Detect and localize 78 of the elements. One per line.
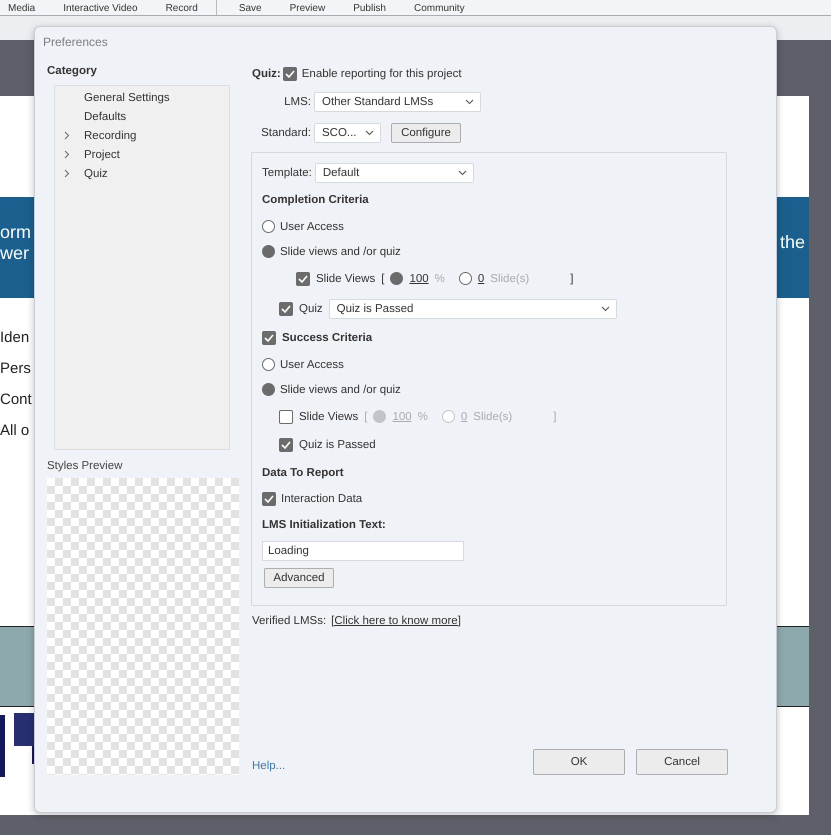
toolbar-item[interactable]: Preview	[290, 2, 326, 15]
standard-dropdown[interactable]: SCO...	[314, 122, 381, 142]
dialog-button[interactable]: OK	[533, 749, 625, 775]
bracket: [	[364, 410, 368, 422]
checkbox[interactable]	[279, 438, 293, 452]
radio-button[interactable]	[262, 358, 275, 371]
section-heading: LMS Initialization Text:	[262, 519, 386, 531]
radio-button[interactable]	[262, 220, 275, 233]
percent-value[interactable]: 100	[409, 272, 429, 284]
slides-value[interactable]: 0	[478, 272, 484, 284]
toolbar-item[interactable]: Save	[238, 2, 262, 15]
banner-text: wer	[0, 242, 30, 264]
checkbox-label: Interaction Data	[281, 492, 362, 504]
toolbar-item[interactable]: Interactive Video	[63, 2, 138, 15]
checkbox[interactable]	[262, 331, 276, 345]
unit-label: Slide(s)	[490, 272, 530, 284]
template-dropdown[interactable]: Default	[314, 162, 474, 182]
banner-text: the	[780, 232, 805, 253]
toolbar-item[interactable]: Publish	[353, 2, 386, 15]
radio-label: User Access	[280, 358, 344, 370]
checkbox[interactable]	[262, 492, 276, 506]
template-label: Template:	[262, 166, 312, 178]
radio-label: Slide views and /or quiz	[280, 384, 401, 396]
standard-label: Standard:	[260, 126, 311, 138]
slide-text: Cont	[0, 390, 32, 409]
unit-label: %	[434, 272, 445, 284]
section-heading: Data To Report	[262, 466, 344, 478]
radio-button[interactable]	[390, 272, 404, 285]
help-link[interactable]: Help...	[252, 760, 286, 772]
dialog-title: Preferences	[42, 34, 109, 51]
checkbox-label: Enable reporting for this project	[302, 68, 462, 80]
category-item[interactable]: Defaults	[55, 107, 229, 126]
slide-text: Iden	[0, 328, 30, 347]
unit-label: Slide(s)	[473, 410, 514, 422]
lms-dropdown[interactable]: Other Standard LMSs	[314, 92, 481, 112]
banner-text: orm	[0, 222, 31, 242]
radio-button[interactable]	[458, 272, 472, 285]
slide-text: All o	[0, 421, 30, 440]
section-heading: Completion Criteria	[262, 194, 369, 206]
chevron-down-icon	[458, 170, 467, 176]
radio-label: User Access	[280, 220, 344, 232]
category-item[interactable]: Quiz	[55, 164, 229, 183]
checkbox-label: Slide Views	[299, 410, 358, 422]
toolbar-item[interactable]: Media	[8, 2, 36, 15]
chevron-down-icon	[465, 98, 474, 104]
radio-button[interactable]	[262, 245, 275, 258]
quiz-criteria-dropdown[interactable]: Quiz is Passed	[328, 298, 617, 318]
checkbox-label: Quiz	[299, 302, 323, 314]
lms-label: LMS:	[283, 96, 311, 108]
configure-button[interactable]: Configure	[391, 122, 461, 142]
category-item[interactable]: General Settings	[55, 88, 229, 107]
category-item[interactable]: Recording	[55, 126, 229, 145]
checkbox-label: Slide Views	[316, 272, 376, 284]
init-text-field[interactable]: Loading	[262, 541, 464, 561]
bracket: ]	[570, 272, 574, 284]
checkbox[interactable]	[282, 66, 297, 80]
verified-lms-label: Verified LMSs:	[252, 615, 326, 627]
styles-preview-heading: Styles Preview	[47, 459, 124, 473]
advanced-button[interactable]: Advanced	[264, 568, 334, 588]
bracket: ]	[553, 410, 556, 422]
know-more-link[interactable]: [Click here to know more]	[331, 615, 461, 627]
quiz-label: Quiz:	[252, 68, 281, 80]
chevron-down-icon	[600, 306, 610, 312]
radio-button[interactable]	[262, 383, 275, 396]
category-heading: Category	[47, 64, 98, 79]
chevron-down-icon	[365, 130, 374, 136]
toolbar-item[interactable]: Record	[166, 2, 198, 15]
radio-label: Slide views and /or quiz	[280, 246, 401, 258]
bracket: [	[381, 272, 384, 284]
checkbox[interactable]	[279, 302, 293, 316]
dialog-button[interactable]: Cancel	[636, 749, 728, 775]
toolbar-item[interactable]: Community	[414, 2, 465, 15]
category-item[interactable]: Project	[55, 145, 229, 164]
slide-text: Pers	[0, 359, 31, 378]
checkbox-label: Quiz is Passed	[299, 439, 376, 451]
unit-label: %	[418, 410, 428, 422]
section-heading: Success Criteria	[282, 332, 372, 344]
checkbox[interactable]	[296, 272, 310, 286]
